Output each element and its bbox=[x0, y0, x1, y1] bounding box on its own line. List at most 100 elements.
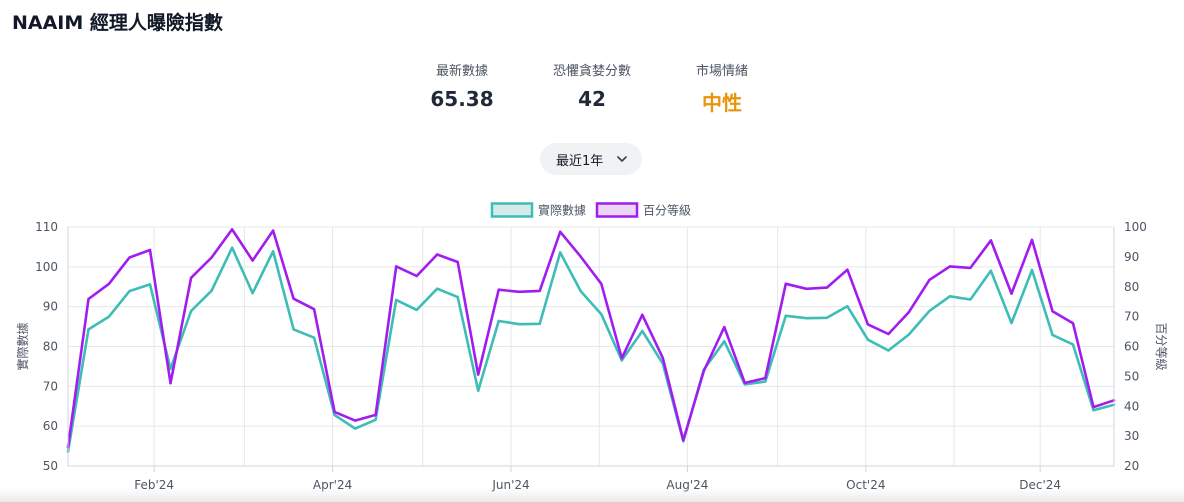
data-point-2 bbox=[312, 307, 316, 311]
data-point-2 bbox=[374, 413, 377, 417]
data-point-1 bbox=[292, 328, 295, 331]
y-left-tick-label: 60 bbox=[43, 419, 58, 433]
data-point-1 bbox=[600, 313, 603, 316]
data-point-1 bbox=[374, 418, 377, 421]
data-point-2 bbox=[251, 259, 254, 262]
y-left-tick-label: 80 bbox=[43, 340, 58, 354]
data-point-1 bbox=[846, 305, 849, 308]
y-right-tick-label: 60 bbox=[1124, 340, 1139, 354]
data-point-2 bbox=[825, 286, 829, 289]
data-point-2 bbox=[292, 297, 295, 300]
data-point-2 bbox=[333, 410, 336, 414]
data-point-1 bbox=[415, 308, 418, 312]
y-right-tick-label: 40 bbox=[1124, 399, 1139, 413]
data-point-1 bbox=[210, 289, 213, 292]
data-point-1 bbox=[271, 250, 275, 253]
data-point-2 bbox=[1071, 321, 1075, 325]
data-point-1 bbox=[456, 295, 459, 299]
legend-swatch-1 bbox=[490, 202, 534, 218]
data-point-2 bbox=[1030, 238, 1034, 242]
data-point-2 bbox=[846, 268, 849, 271]
data-point-2 bbox=[579, 255, 582, 258]
data-point-1 bbox=[476, 389, 480, 392]
series-line-1 bbox=[66, 246, 1116, 453]
data-point-1 bbox=[723, 340, 726, 343]
data-point-1 bbox=[128, 289, 131, 293]
data-point-1 bbox=[1030, 268, 1034, 272]
y-right-tick-label: 30 bbox=[1124, 429, 1139, 443]
data-point-2 bbox=[476, 373, 480, 376]
data-point-1 bbox=[948, 295, 952, 298]
y-right-tick-label: 70 bbox=[1124, 310, 1139, 324]
data-point-1 bbox=[887, 349, 890, 352]
data-point-2 bbox=[887, 332, 890, 336]
data-point-2 bbox=[1051, 310, 1054, 313]
data-point-2 bbox=[148, 248, 152, 252]
data-point-1 bbox=[1092, 409, 1095, 412]
y-left-tick-label: 100 bbox=[35, 260, 58, 274]
y-right-tick-label: 100 bbox=[1124, 220, 1147, 234]
data-point-1 bbox=[538, 322, 541, 325]
data-point-2 bbox=[497, 288, 500, 291]
data-point-2 bbox=[456, 260, 459, 264]
data-point-1 bbox=[579, 289, 582, 293]
legend-label-2: 百分等級 bbox=[643, 204, 691, 218]
data-point-2 bbox=[415, 274, 418, 278]
data-point-2 bbox=[620, 356, 623, 360]
y-left-tick-label: 110 bbox=[35, 220, 58, 234]
data-point-1 bbox=[620, 359, 623, 362]
y-right-tick-label: 20 bbox=[1124, 459, 1139, 473]
data-point-2 bbox=[682, 439, 685, 442]
data-point-1 bbox=[969, 298, 972, 301]
data-point-2 bbox=[702, 369, 706, 373]
y-left-tick-label: 50 bbox=[43, 459, 58, 473]
y-right-tick-label: 90 bbox=[1124, 250, 1139, 264]
stat-sentiment: 市場情緒 中性 bbox=[642, 60, 802, 116]
data-point-2 bbox=[107, 282, 111, 285]
data-point-2 bbox=[661, 356, 664, 360]
data-point-2 bbox=[1092, 405, 1095, 409]
data-point-2 bbox=[189, 276, 193, 279]
data-point-1 bbox=[866, 338, 870, 341]
data-point-1 bbox=[641, 329, 644, 333]
data-point-2 bbox=[210, 256, 213, 259]
y-right-axis-title: 百分等級 bbox=[1154, 322, 1168, 370]
data-point-2 bbox=[435, 253, 439, 256]
data-point-1 bbox=[805, 317, 808, 320]
data-point-1 bbox=[251, 291, 254, 295]
stat-sentiment-label: 市場情緒 bbox=[695, 64, 748, 79]
data-point-2 bbox=[559, 230, 562, 233]
data-point-1 bbox=[764, 380, 767, 383]
data-point-2 bbox=[538, 289, 541, 293]
data-point-1 bbox=[87, 328, 90, 331]
range-select[interactable]: 最近1年 bbox=[540, 143, 642, 175]
data-point-2 bbox=[353, 419, 357, 422]
data-point-2 bbox=[948, 265, 952, 268]
stat-sentiment-value: 中性 bbox=[702, 91, 742, 115]
data-point-2 bbox=[743, 381, 747, 385]
data-point-1 bbox=[907, 333, 911, 336]
data-point-1 bbox=[107, 315, 111, 318]
data-point-1 bbox=[333, 413, 336, 417]
data-point-2 bbox=[600, 282, 603, 285]
data-point-1 bbox=[394, 298, 398, 302]
data-point-2 bbox=[866, 323, 870, 326]
data-point-2 bbox=[1010, 292, 1013, 295]
range-select-value: 最近1年 bbox=[556, 153, 604, 169]
data-point-2 bbox=[271, 229, 275, 232]
data-point-1 bbox=[825, 316, 829, 320]
data-point-2 bbox=[87, 297, 90, 301]
data-point-1 bbox=[559, 251, 562, 254]
data-point-2 bbox=[230, 228, 234, 231]
line-chart: 實際數據 百分等級 5060708090100110203040506070809… bbox=[15, 202, 1168, 492]
data-point-1 bbox=[312, 336, 316, 339]
data-point-2 bbox=[969, 266, 972, 270]
y-left-tick-label: 90 bbox=[43, 300, 58, 314]
data-point-1 bbox=[784, 314, 788, 318]
data-point-2 bbox=[128, 256, 131, 259]
data-point-1 bbox=[148, 283, 152, 286]
data-point-1 bbox=[1071, 343, 1075, 346]
data-point-2 bbox=[764, 376, 767, 380]
data-point-1 bbox=[518, 322, 521, 326]
chevron-down-icon bbox=[616, 153, 628, 165]
